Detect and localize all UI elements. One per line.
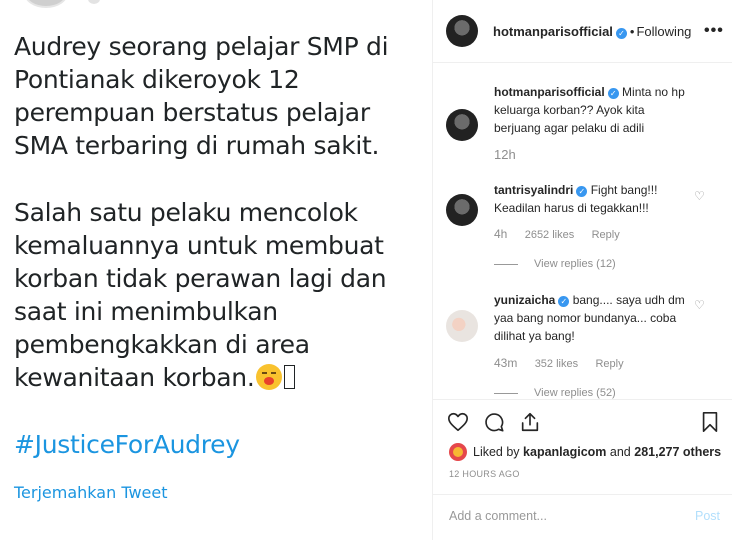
comment-body: tantrisyalindri ✓ Fight bang!!! Keadilan …: [494, 181, 694, 217]
comment-icon[interactable]: [483, 411, 505, 433]
comment-body: hotmanparisofficial ✓ Minta no hp keluarg…: [494, 83, 694, 137]
comment-item: tantrisyalindri ✓ Fight bang!!! Keadilan …: [433, 169, 732, 274]
author-avatar[interactable]: [446, 15, 478, 47]
reply-button[interactable]: Reply: [595, 358, 623, 370]
comment-avatar[interactable]: [446, 194, 478, 226]
verified-icon: ✓: [558, 296, 570, 307]
caption-comment: hotmanparisofficial ✓ Minta no hp keluarg…: [433, 64, 732, 162]
comment-time[interactable]: 43m: [494, 356, 517, 370]
more-icon[interactable]: •••: [704, 22, 724, 40]
liked-by-middle: and: [609, 445, 631, 459]
liker-avatar[interactable]: [449, 443, 467, 461]
verified-icon: ✓: [576, 186, 588, 197]
post-image[interactable]: Audrey seorang pelajar SMP di Pontianak …: [0, 0, 432, 540]
tweet-paragraph-2: Salah satu pelaku mencolok kemaluannya u…: [14, 196, 424, 394]
tweet-paragraph-1: Audrey seorang pelajar SMP di Pontianak …: [14, 32, 389, 160]
comment-meta: 43m 352 likes Reply: [494, 356, 638, 370]
author-username[interactable]: hotmanparisofficial: [493, 24, 613, 39]
comment-likes[interactable]: 2652 likes: [525, 229, 575, 241]
comment-username[interactable]: yunizaicha: [494, 293, 555, 307]
comment-time[interactable]: 12h: [494, 147, 516, 162]
comment-username[interactable]: hotmanparisofficial: [494, 85, 605, 99]
action-bar: [433, 405, 732, 437]
comment-meta: 4h 2652 likes Reply: [494, 227, 634, 241]
comment-avatar[interactable]: [446, 310, 478, 342]
add-comment-bar: Post: [433, 494, 732, 540]
comment-time[interactable]: 4h: [494, 227, 507, 241]
comment-like-icon[interactable]: ♡: [694, 190, 706, 202]
missing-glyph-icon: [283, 365, 295, 389]
comment-item: yunizaicha ✓ bang.... saya udh dm yaa ban…: [433, 282, 732, 399]
comment-username[interactable]: tantrisyalindri: [494, 183, 573, 197]
post-comment-button[interactable]: Post: [695, 509, 720, 523]
crying-face-emoji-icon: [255, 364, 282, 390]
comment-avatar[interactable]: [446, 109, 478, 141]
tweet-hashtag: #JusticeForAudrey: [14, 430, 240, 459]
comment-likes[interactable]: 352 likes: [535, 358, 578, 370]
post-header: hotmanparisofficial ✓ • Following •••: [433, 0, 732, 63]
post-timestamp[interactable]: 12 HOURS AGO: [449, 469, 520, 479]
following-button[interactable]: Following: [636, 24, 691, 39]
tweet-avatar: [24, 0, 68, 8]
liked-by-user[interactable]: kapanlagicom: [523, 445, 606, 459]
liked-by-row: Liked by kapanlagicom and 281,277 others: [449, 443, 721, 461]
add-comment-input[interactable]: [449, 509, 679, 523]
view-replies-button[interactable]: View replies (52): [494, 387, 616, 399]
comment-meta: 12h: [494, 147, 530, 162]
comment-like-icon[interactable]: ♡: [694, 299, 706, 311]
tweet-text: Audrey seorang pelajar SMP di Pontianak …: [14, 30, 424, 394]
liked-by-count[interactable]: 281,277 others: [634, 445, 721, 459]
view-replies-button[interactable]: View replies (12): [494, 258, 616, 270]
heart-icon[interactable]: [447, 411, 469, 433]
author-line: hotmanparisofficial ✓ • Following: [493, 24, 691, 39]
verified-icon: ✓: [615, 28, 627, 39]
comment-body: yunizaicha ✓ bang.... saya udh dm yaa ban…: [494, 291, 694, 345]
reply-button[interactable]: Reply: [592, 229, 620, 241]
post-sidebar: hotmanparisofficial ✓ • Following ••• hotma…: [432, 0, 732, 540]
tweet-verified-badge: [88, 0, 100, 4]
share-icon[interactable]: [519, 411, 541, 433]
header-separator: •: [629, 24, 635, 39]
tweet-paragraph-2-text: Salah satu pelaku mencolok kemaluannya u…: [14, 198, 387, 392]
bookmark-icon[interactable]: [699, 411, 721, 433]
comments-list[interactable]: hotmanparisofficial ✓ Minta no hp keluarg…: [433, 64, 732, 400]
translate-tweet-link: Terjemahkan Tweet: [14, 483, 168, 502]
liked-by-prefix: Liked by: [473, 445, 520, 459]
verified-icon: ✓: [607, 88, 619, 99]
